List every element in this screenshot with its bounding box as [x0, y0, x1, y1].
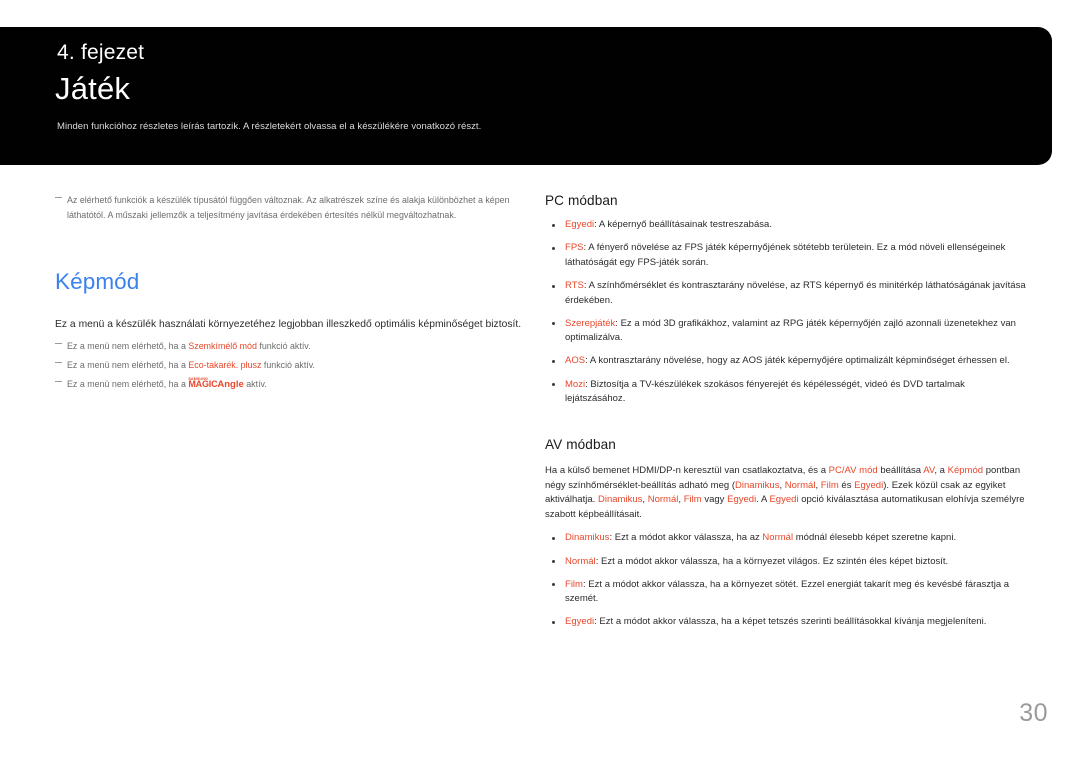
- kepmod-lead-text: Ez a menü a készülék használati környeze…: [55, 319, 522, 331]
- list-item-text: : Ezt a módot akkor válassza, ha a képet…: [594, 616, 987, 628]
- right-column: PC módban Egyedi: A képernyő beállításai…: [545, 193, 1027, 638]
- av-para-seg: vagy: [701, 494, 728, 506]
- spec-disclaimer-text: Az elérhető funkciók a készülék típusátó…: [67, 195, 510, 220]
- av-para-term: Képmód: [947, 465, 984, 477]
- av-para-term: Film: [820, 479, 839, 491]
- bullet-dot-icon: [552, 536, 555, 540]
- list-item-text-2: módnál élesebb képet szeretne kapni.: [793, 532, 957, 544]
- heading-pc-modban: PC módban: [545, 193, 618, 208]
- av-mode-bullet-list: Dinamikus: Ezt a módot akkor válassza, h…: [545, 531, 1027, 629]
- note-szemkimelo-mod: Ez a menü nem elérhető, ha a Szemkímélő …: [55, 339, 523, 354]
- av-para-term: Normál: [647, 494, 679, 506]
- list-item-text: : Ezt a módot akkor válassza, ha a körny…: [565, 578, 1010, 605]
- list-item-term: Normál: [565, 555, 596, 567]
- list-item: Mozi: Biztosítja a TV-készülékek szokáso…: [545, 378, 1027, 407]
- list-item-term: AOS: [565, 355, 586, 367]
- note-magic-angle: Ez a menü nem elérhető, ha a SAMSUNG MAGI…: [55, 377, 523, 393]
- list-item: Film: Ezt a módot akkor válassza, ha a k…: [545, 578, 1027, 607]
- note-suffix: funkció aktív.: [256, 341, 311, 352]
- list-item-term: Szerepjáték: [565, 317, 616, 329]
- list-item-term: Mozi: [565, 378, 586, 390]
- list-item: RTS: A színhőmérséklet és kontrasztarány…: [545, 279, 1027, 308]
- bullet-dot-icon: [552, 620, 555, 624]
- note-term: Eco-takarék. plusz: [188, 360, 262, 371]
- note-suffix: aktív.: [243, 379, 267, 390]
- bullet-dot-icon: [552, 560, 555, 564]
- note-eco-takarek-plusz: Ez a menü nem elérhető, ha a Eco-takarék…: [55, 358, 523, 373]
- list-item-text: : Ezt a módot akkor válassza, ha a körny…: [595, 555, 949, 567]
- av-para-term: AV: [923, 465, 935, 477]
- chapter-header-band: [0, 27, 1052, 165]
- av-para-seg: Ha a külső bemenet HDMI/DP-n keresztül v…: [545, 465, 829, 477]
- list-item-term: Egyedi: [565, 219, 595, 231]
- left-column: Az elérhető funkciók a készülék típusátó…: [55, 193, 523, 393]
- list-item: FPS: A fényerő növelése az FPS játék kép…: [545, 241, 1027, 270]
- list-item-term: RTS: [565, 280, 584, 292]
- list-item-term-2: Normál: [762, 532, 794, 544]
- dash-marker-icon: [55, 342, 62, 344]
- av-para-term: Dinamikus: [597, 494, 643, 506]
- list-item-term: FPS: [565, 242, 584, 254]
- list-item-text: : A színhőmérséklet és kontrasztarány nö…: [565, 280, 1026, 306]
- bullet-dot-icon: [552, 322, 555, 326]
- av-para-term: Dinamikus: [735, 479, 780, 491]
- list-item-text: : A kontrasztarány növelése, hogy az AOS…: [585, 355, 1010, 367]
- list-item: Normál: Ezt a módot akkor válassza, ha a…: [545, 555, 1027, 570]
- bullet-dot-icon: [552, 383, 555, 387]
- list-item: Egyedi: Ezt a módot akkor válassza, ha a…: [545, 615, 1027, 630]
- list-item: Szerepjáték: Ez a mód 3D grafikákhoz, va…: [545, 317, 1027, 346]
- list-item-term: Film: [565, 578, 583, 590]
- av-para-seg: . A: [756, 494, 770, 506]
- av-para-term: PC/AV mód: [828, 465, 878, 477]
- list-item: AOS: A kontrasztarány növelése, hogy az …: [545, 354, 1027, 369]
- note-suffix: funkció aktív.: [261, 360, 315, 371]
- list-item: Dinamikus: Ezt a módot akkor válassza, h…: [545, 531, 1027, 546]
- av-para-term: Egyedi: [769, 494, 799, 506]
- dash-marker-icon: [55, 380, 62, 382]
- list-item-text: : A képernyő beállításainak testreszabás…: [594, 219, 772, 231]
- list-item-text: : Biztosítja a TV-készülékek szokásos fé…: [565, 378, 965, 405]
- av-para-term: Egyedi: [854, 479, 884, 491]
- bullet-dot-icon: [552, 223, 555, 227]
- list-item-text: : Ezt a módot akkor válassza, ha az: [609, 532, 763, 544]
- kepmod-notes-group: Ez a menü nem elérhető, ha a Szemkímélő …: [55, 339, 523, 393]
- spec-disclaimer-note: Az elérhető funkciók a készülék típusátó…: [55, 193, 523, 222]
- bullet-dot-icon: [552, 359, 555, 363]
- dash-marker-icon: [55, 196, 62, 198]
- note-prefix: Ez a menü nem elérhető, ha a: [67, 360, 189, 371]
- angle-wordmark: Angle: [217, 379, 244, 391]
- bullet-dot-icon: [552, 246, 555, 250]
- list-item-text: : A fényerő növelése az FPS játék képern…: [565, 242, 1006, 268]
- av-mode-paragraph: Ha a külső bemenet HDMI/DP-n keresztül v…: [545, 464, 1027, 522]
- section-heading-kepmod: Képmód: [55, 269, 140, 295]
- list-item: Egyedi: A képernyő beállításainak testre…: [545, 218, 1027, 233]
- av-para-term: Egyedi: [727, 494, 757, 506]
- av-para-seg: és: [838, 479, 855, 491]
- heading-av-modban: AV módban: [545, 436, 616, 452]
- bullet-dot-icon: [552, 583, 555, 587]
- pc-mode-bullet-list: Egyedi: A képernyő beállításainak testre…: [545, 218, 1027, 406]
- note-prefix: Ez a menü nem elérhető, ha a: [67, 379, 189, 390]
- dash-marker-icon: [55, 361, 62, 363]
- chapter-subtitle: Minden funkcióhoz részletes leírás tarto…: [57, 121, 482, 132]
- list-item-term: Egyedi: [565, 616, 595, 628]
- samsung-magic-logo: SAMSUNG MAGIC: [188, 377, 217, 392]
- list-item-term: Dinamikus: [565, 532, 610, 544]
- chapter-label: 4. fejezet: [57, 41, 145, 64]
- page-number: 30: [1019, 699, 1048, 727]
- list-item-text: : Ez a mód 3D grafikákhoz, valamint az R…: [565, 317, 1016, 344]
- page-title: Játék: [55, 71, 131, 106]
- samsung-wordmark: SAMSUNG: [188, 376, 208, 381]
- av-para-seg: beállítása: [877, 465, 924, 477]
- note-prefix: Ez a menü nem elérhető, ha a: [67, 341, 189, 352]
- av-para-seg: , a: [934, 465, 948, 477]
- av-para-term: Normál: [784, 479, 816, 491]
- note-term: Szemkímélő mód: [188, 341, 257, 352]
- av-para-term: Film: [683, 494, 702, 506]
- bullet-dot-icon: [552, 284, 555, 288]
